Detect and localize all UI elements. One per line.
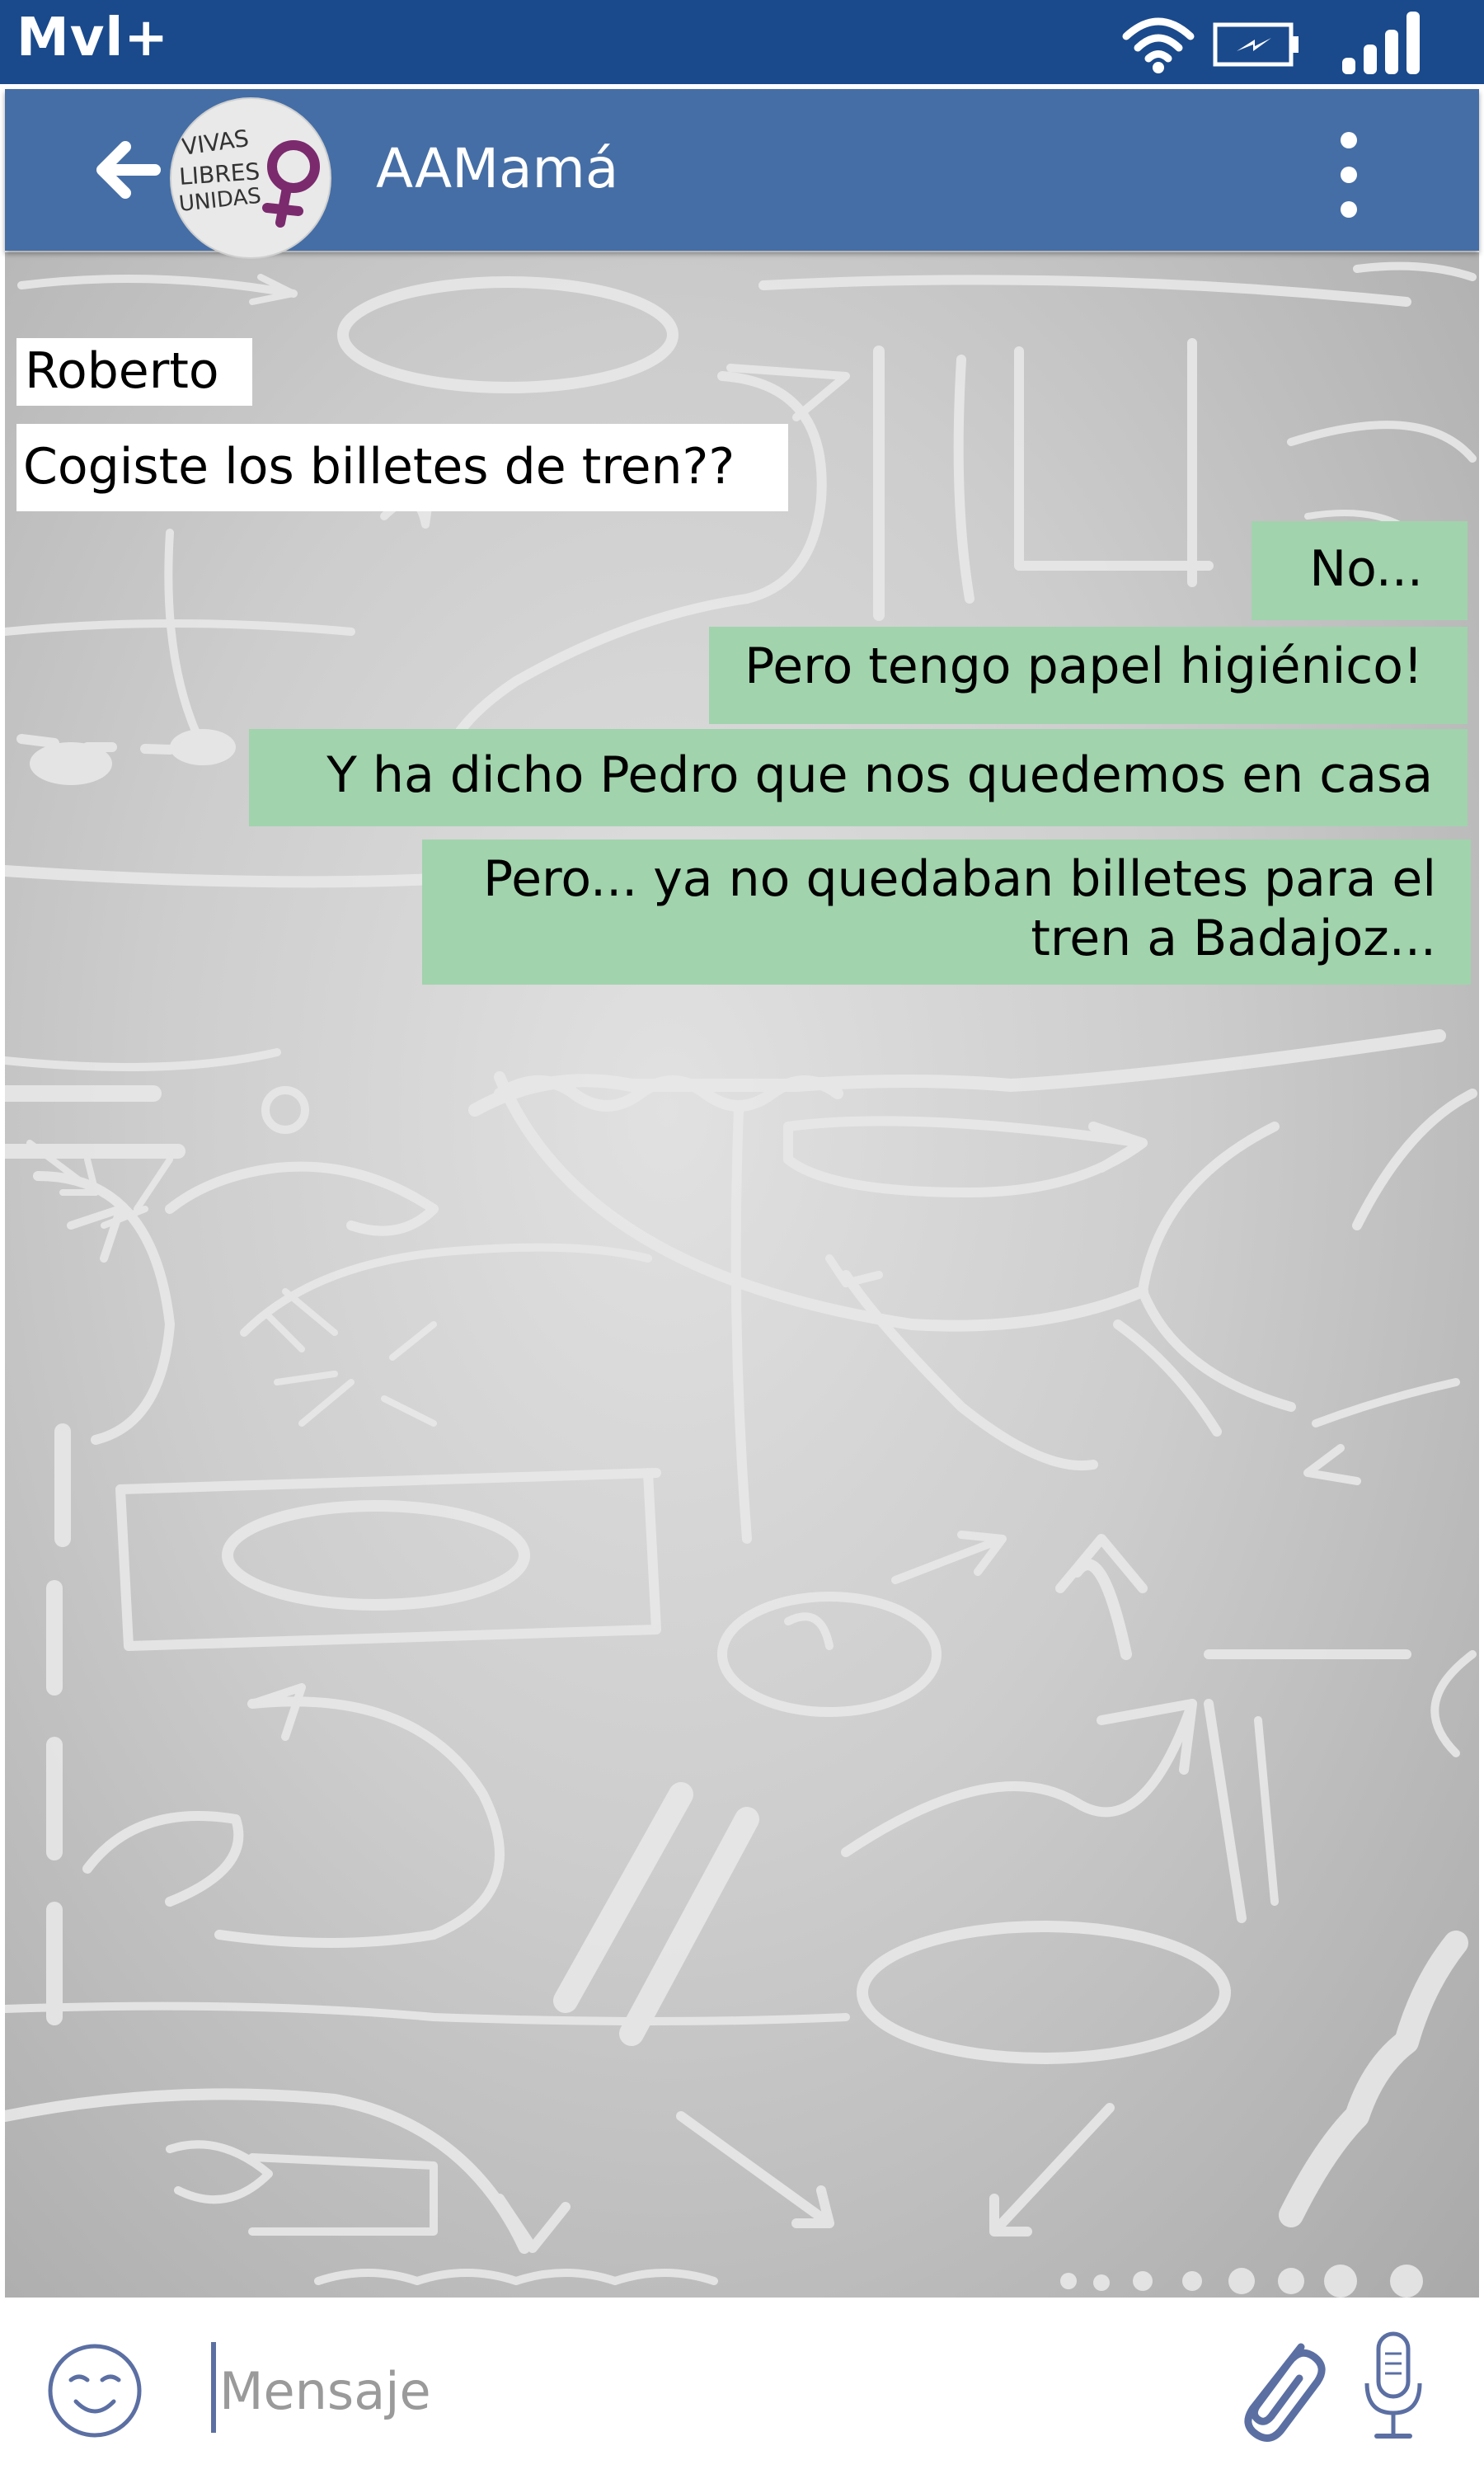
microphone-icon bbox=[1364, 2331, 1422, 2439]
outgoing-message[interactable]: Y ha dicho Pedro que nos quedemos en cas… bbox=[249, 729, 1468, 826]
message-input-bar bbox=[0, 2301, 1484, 2474]
battery-charging-icon bbox=[1213, 22, 1298, 67]
outgoing-message[interactable]: Pero tengo papel higiénico! bbox=[709, 627, 1468, 724]
emoji-button[interactable] bbox=[46, 2342, 143, 2439]
wifi-icon bbox=[1122, 17, 1195, 73]
message-text-line: Pero... ya no quedaban billetes para el bbox=[483, 850, 1436, 908]
status-bar: Mvl+ bbox=[0, 0, 1484, 84]
outgoing-message[interactable]: No... bbox=[1252, 521, 1468, 620]
smiley-icon bbox=[48, 2344, 142, 2438]
outgoing-message[interactable]: Pero... ya no quedaban billetes para el … bbox=[422, 840, 1471, 985]
more-vert-icon bbox=[1341, 132, 1357, 218]
paperclip-icon bbox=[1244, 2343, 1326, 2442]
message-sender-name: Roberto bbox=[16, 338, 252, 406]
group-logo: VIVAS LIBRES UNIDAS bbox=[178, 125, 320, 228]
signal-icon bbox=[1342, 12, 1420, 74]
back-button[interactable] bbox=[87, 130, 167, 209]
avatar-word-1: VIVAS bbox=[180, 125, 251, 161]
avatar[interactable]: VIVAS LIBRES UNIDAS bbox=[170, 97, 331, 259]
venus-symbol-icon bbox=[262, 140, 320, 228]
message-text-line: Y ha dicho Pedro que nos quedemos en cas… bbox=[326, 746, 1433, 804]
message-input[interactable] bbox=[219, 2345, 1209, 2436]
message-text-line: Pero tengo papel higiénico! bbox=[744, 637, 1423, 695]
message-text-line: tren a Badajoz... bbox=[1031, 910, 1436, 967]
status-icons bbox=[1121, 7, 1451, 78]
message-text-line: No... bbox=[1309, 540, 1423, 598]
chat-area[interactable]: Roberto Cogiste los billetes de tren?? N… bbox=[5, 252, 1479, 2298]
voice-message-button[interactable] bbox=[1352, 2326, 1435, 2449]
carrier-name: Mvl+ bbox=[16, 7, 169, 68]
text-cursor bbox=[211, 2342, 216, 2433]
chat-title[interactable]: AAMamá bbox=[376, 132, 618, 206]
attach-button[interactable] bbox=[1228, 2327, 1327, 2451]
incoming-message[interactable]: Cogiste los billetes de tren?? bbox=[16, 424, 788, 511]
arrow-left-icon bbox=[96, 141, 161, 199]
chat-header: VIVAS LIBRES UNIDAS AAMamá bbox=[5, 89, 1479, 259]
overflow-menu-button[interactable] bbox=[1324, 122, 1374, 229]
